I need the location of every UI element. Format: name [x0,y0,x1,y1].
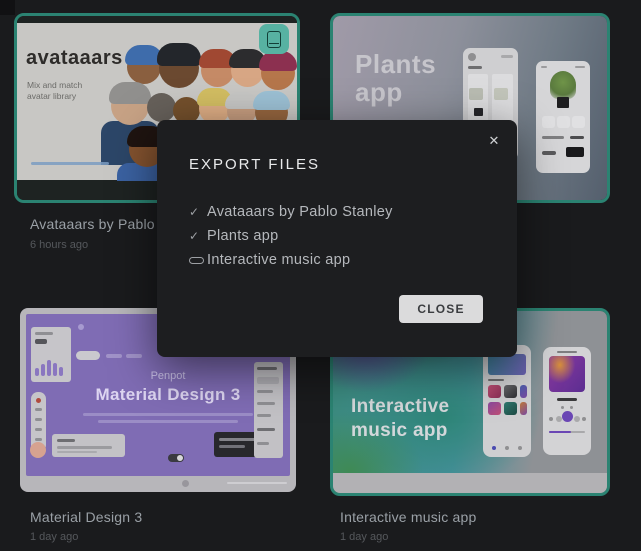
check-icon: ✓ [189,205,207,219]
close-button[interactable]: CLOSE [399,295,483,323]
avatar-head [231,54,264,87]
underline-decoration [31,162,109,165]
thumb-heading-line1: Interactive [351,396,449,417]
dialog-title: EXPORT FILES [189,156,320,173]
file-modified-time: 1 day ago [340,531,388,543]
thumb-heading-line2: app [355,77,403,107]
mini-sidebar [254,362,283,458]
shared-library-badge [259,24,289,54]
mini-plus-button [30,442,46,458]
file-modified-time: 6 hours ago [30,239,88,251]
phone-mockup [543,347,591,455]
close-icon[interactable]: ✕ [483,130,505,152]
mini-card [52,434,125,457]
avatar-head [127,50,161,84]
mini-scrollbar [227,482,287,484]
mini-toggle [168,454,184,462]
dashboard: avataaars Mix and match avatar library [0,0,641,551]
cover-footer-strip [333,473,607,493]
library-icon [267,31,281,48]
corner-shadow [0,0,15,15]
thumb-heading-line2: music app [351,420,448,441]
thumb-subtitle-line2: avatar library [27,91,76,101]
mini-pill [76,351,100,360]
export-item-list: ✓ Avataaars by Pablo Stanley ✓ Plants ap… [189,200,393,272]
avatar-head [159,48,199,88]
thumb-heading: Interactive music app [351,395,449,443]
loader-icon [189,257,204,264]
phone-mockup [536,61,590,173]
export-item-label: Interactive music app [207,252,350,268]
thumb-heading: avataaars [26,47,123,70]
avatar-head [147,93,176,122]
export-item: ✓ Plants app [189,224,393,248]
mini-dot [78,324,84,330]
thumb-subtitle-line1: Mix and match [27,80,82,90]
thumb-heading-line1: Plants [355,49,436,79]
export-item-label: Avataaars by Pablo Stanley [207,204,393,220]
export-dialog: EXPORT FILES ✕ ✓ Avataaars by Pablo Stan… [157,120,517,357]
check-icon: ✓ [189,229,207,243]
thumb-heading: Plants app [355,50,436,106]
file-name[interactable]: Material Design 3 [30,509,142,525]
avatar-head [261,56,295,90]
file-name[interactable]: Interactive music app [340,509,476,525]
mini-scroll-dot [182,480,189,487]
phone-mockup [483,345,531,457]
export-item: ✓ Avataaars by Pablo Stanley [189,200,393,224]
export-item: Interactive music app [189,248,393,272]
avatar-head [111,87,149,125]
export-item-label: Plants app [207,228,279,244]
thumb-subtitle: Mix and match avatar library [27,80,82,102]
file-modified-time: 1 day ago [30,531,78,543]
